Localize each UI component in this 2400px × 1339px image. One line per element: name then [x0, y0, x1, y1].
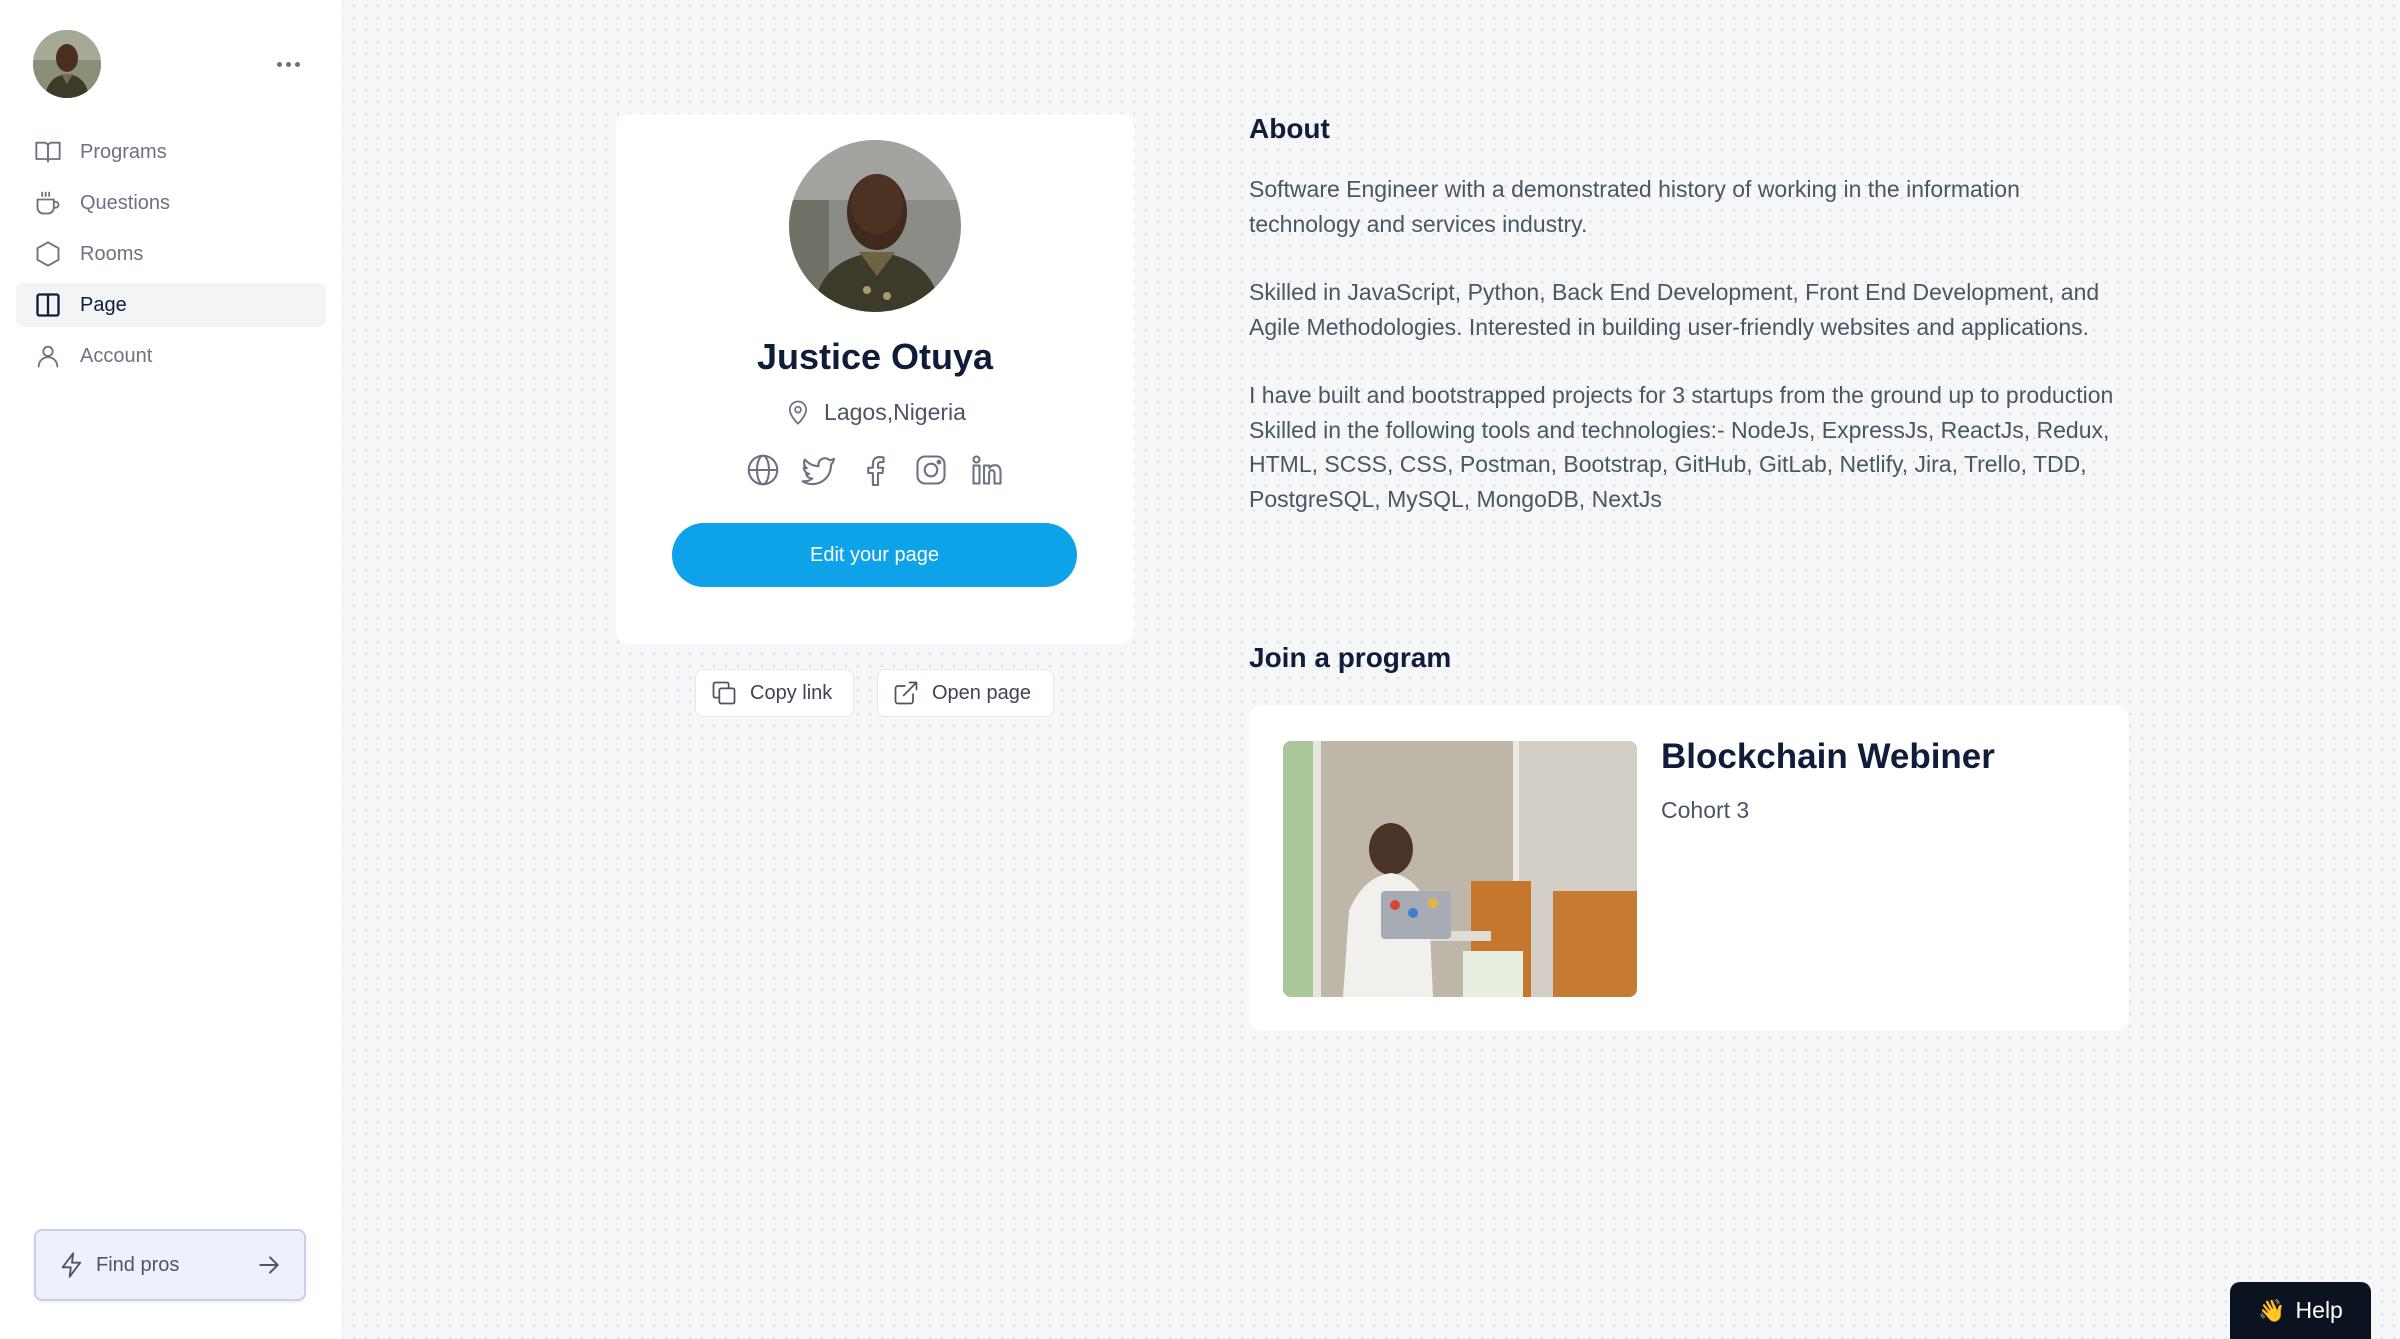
profile-location: Lagos,Nigeria	[616, 398, 1134, 426]
program-cohort: Cohort 3	[1661, 797, 1750, 823]
copy-link-label: Copy link	[750, 681, 833, 704]
sidebar-item-label: Questions	[80, 191, 171, 214]
social-links	[616, 452, 1134, 488]
sidebar-item-label: Programs	[80, 140, 167, 163]
profile-name: Justice Otuya	[756, 336, 994, 377]
find-pros-button[interactable]: Find pros	[34, 1229, 306, 1301]
find-pros-label: Find pros	[96, 1253, 180, 1276]
book-open-icon	[34, 138, 62, 166]
sidebar-item-rooms[interactable]: Rooms	[16, 232, 326, 276]
copy-icon	[712, 681, 736, 705]
program-thumbnail	[1283, 741, 1637, 997]
profile-card: Justice Otuya Lagos,Nigeria Edit your pa…	[616, 114, 1134, 644]
about-paragraph: Skilled in JavaScript, Python, Back End …	[1249, 279, 2100, 340]
facebook-icon[interactable]	[857, 452, 893, 488]
program-title: Blockchain Webiner	[1661, 737, 1995, 776]
instagram-icon[interactable]	[913, 452, 949, 488]
about-paragraph: Software Engineer with a demonstrated hi…	[1249, 176, 2020, 237]
user-icon	[34, 342, 62, 370]
external-link-icon	[894, 681, 918, 705]
join-program-heading: Join a program	[1249, 642, 1452, 673]
open-page-button[interactable]: Open page	[877, 669, 1054, 717]
linkedin-icon[interactable]	[969, 452, 1005, 488]
dot-icon	[276, 61, 282, 67]
dot-icon	[285, 61, 291, 67]
sidebar-item-label: Page	[80, 293, 127, 316]
globe-icon[interactable]	[745, 452, 781, 488]
twitter-icon[interactable]	[801, 452, 837, 488]
sidebar-item-programs[interactable]: Programs	[16, 130, 326, 174]
sidebar-item-account[interactable]: Account	[16, 334, 326, 378]
about-heading: About	[1249, 113, 1330, 144]
arrow-right-icon	[259, 1256, 279, 1274]
sidebar: Programs Questions Rooms Page Account Fi…	[0, 0, 343, 1339]
more-options-button[interactable]	[270, 52, 306, 76]
location-pin-icon	[788, 400, 808, 425]
copy-link-button[interactable]: Copy link	[695, 669, 854, 717]
sidebar-nav: Programs Questions Rooms Page Account	[16, 130, 326, 385]
open-page-label: Open page	[932, 681, 1031, 704]
hexagon-icon	[34, 240, 62, 268]
program-card[interactable]: Blockchain Webiner Cohort 3	[1249, 705, 2129, 1031]
about-text: Software Engineer with a demonstrated hi…	[1249, 172, 2129, 550]
sidebar-item-questions[interactable]: Questions	[16, 181, 326, 225]
dot-icon	[294, 61, 300, 67]
help-button[interactable]: 👋 Help	[2230, 1282, 2371, 1339]
location-text: Lagos,Nigeria	[824, 398, 966, 425]
waving-hand-icon: 👋	[2258, 1297, 2286, 1323]
edit-page-button[interactable]: Edit your page	[672, 523, 1077, 587]
lightning-icon	[61, 1252, 82, 1278]
coffee-cup-icon	[34, 189, 62, 217]
columns-icon	[34, 291, 62, 319]
about-paragraph: I have built and bootstrapped projects f…	[1249, 382, 2114, 512]
user-avatar[interactable]	[33, 30, 101, 98]
profile-avatar	[789, 140, 961, 312]
sidebar-item-label: Rooms	[80, 242, 144, 265]
help-label: Help	[2295, 1297, 2343, 1323]
sidebar-item-label: Account	[80, 344, 153, 367]
sidebar-item-page[interactable]: Page	[16, 283, 326, 327]
